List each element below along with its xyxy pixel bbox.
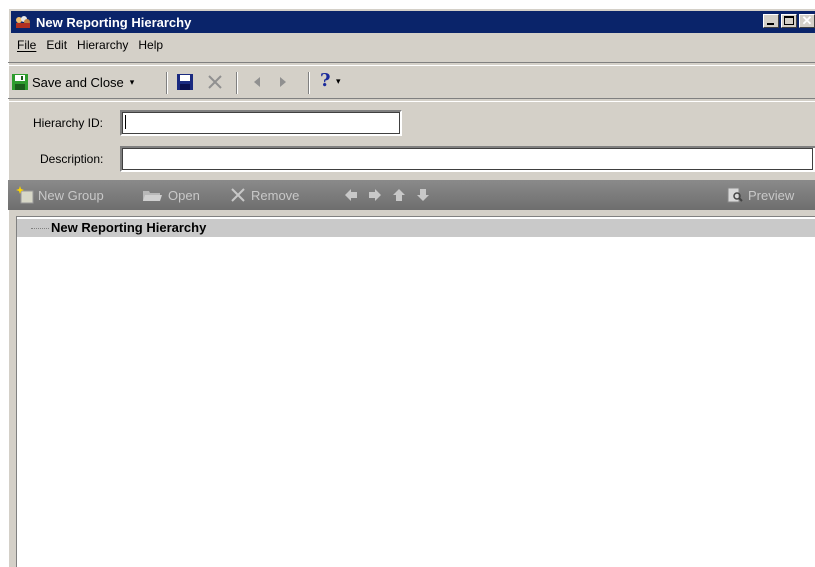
form-separator — [8, 98, 815, 102]
menu-bar: File Edit Hierarchy Help — [11, 35, 168, 55]
title-bar[interactable]: New Reporting Hierarchy ✕ — [11, 11, 815, 33]
folder-open-icon — [143, 191, 162, 201]
window-title: New Reporting Hierarchy — [36, 14, 192, 30]
app-icon — [16, 16, 30, 28]
remove-icon — [231, 188, 245, 202]
help-dropdown-icon[interactable]: ▾ — [336, 76, 341, 87]
hierarchy-tree[interactable]: New Reporting Hierarchy — [16, 216, 815, 567]
toolbar-divider — [166, 72, 168, 94]
previous-icon[interactable] — [252, 76, 262, 88]
next-icon[interactable] — [278, 76, 288, 88]
dropdown-arrow-icon[interactable]: ▾ — [130, 77, 135, 88]
tree-node-label: New Reporting Hierarchy — [51, 220, 207, 235]
preview-label: Preview — [748, 187, 795, 203]
remove-label: Remove — [251, 187, 300, 203]
help-icon[interactable]: ? — [320, 70, 331, 91]
new-group-label: New Group — [38, 187, 104, 203]
close-button[interactable]: ✕ — [799, 13, 815, 28]
save-and-close-button[interactable]: Save and Close ▾ — [11, 70, 134, 94]
open-button[interactable]: Open — [142, 180, 200, 210]
hierarchy-id-label: Hierarchy ID: — [33, 116, 104, 130]
menu-file[interactable]: File — [11, 38, 41, 52]
hierarchy-id-input[interactable] — [120, 110, 402, 136]
maximize-button[interactable] — [781, 14, 797, 28]
save-icon — [12, 74, 28, 90]
preview-button[interactable]: Preview — [727, 180, 794, 210]
arrow-down-icon[interactable] — [416, 188, 430, 202]
arrow-left-icon[interactable] — [344, 188, 358, 202]
preview-icon — [727, 187, 743, 203]
description-label: Description: — [40, 152, 104, 166]
delete-icon[interactable] — [206, 73, 224, 91]
tree-connector — [31, 228, 49, 229]
toolbar-divider — [236, 72, 238, 94]
toolbar-separator — [8, 62, 815, 66]
arrow-up-icon[interactable] — [392, 188, 406, 202]
group-toolbar: New Group Open Remove Preview — [8, 180, 815, 210]
tree-node-root[interactable]: New Reporting Hierarchy — [17, 219, 815, 237]
menu-edit[interactable]: Edit — [41, 38, 72, 52]
minimize-button[interactable] — [763, 14, 779, 28]
toolbar-divider — [308, 72, 310, 94]
arrow-right-icon[interactable] — [368, 188, 382, 202]
floppy-save-icon[interactable] — [176, 73, 194, 91]
menu-hierarchy[interactable]: Hierarchy — [72, 38, 133, 52]
new-group-button[interactable]: New Group — [16, 180, 104, 210]
description-input[interactable] — [120, 146, 815, 172]
open-label: Open — [168, 187, 200, 203]
text-caret — [125, 115, 126, 129]
new-group-icon — [16, 186, 34, 204]
remove-button[interactable]: Remove — [230, 180, 299, 210]
menu-help[interactable]: Help — [133, 38, 168, 52]
save-and-close-label: Save and Close — [32, 74, 124, 90]
